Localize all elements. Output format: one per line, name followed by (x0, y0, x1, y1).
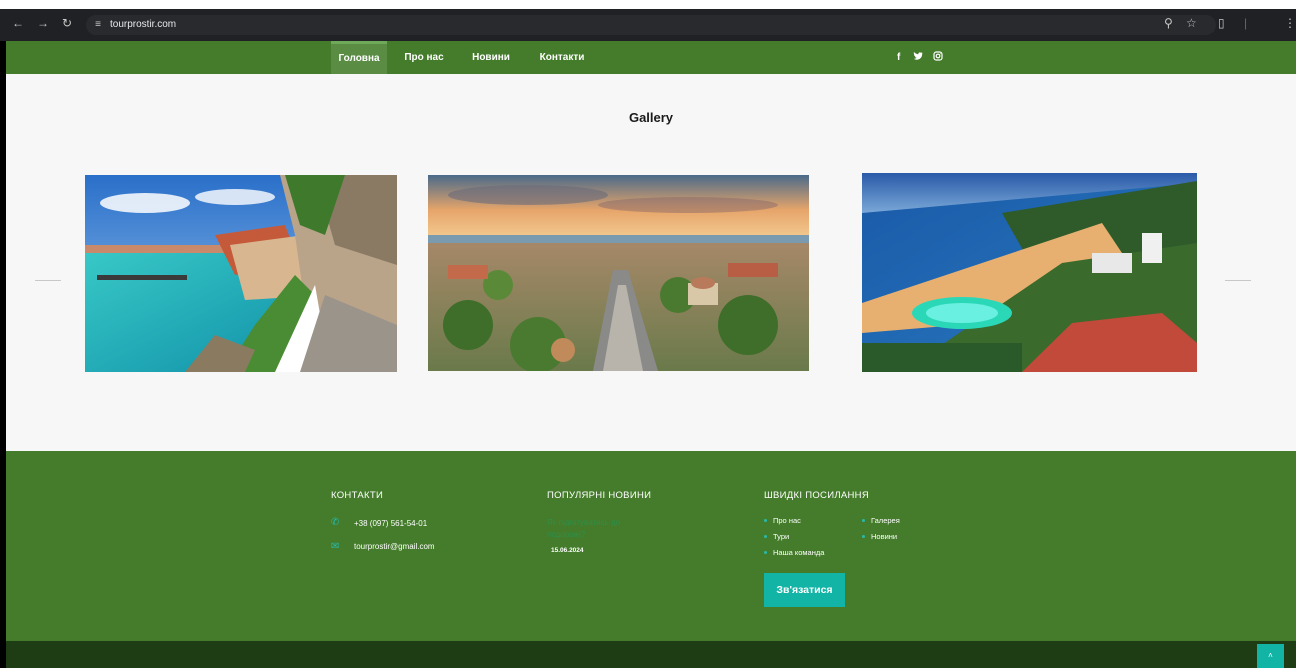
zoom-icon[interactable]: ⚲ (1164, 16, 1173, 30)
nav-home[interactable]: Головна (331, 41, 387, 74)
extensions-icon[interactable]: ▯ (1218, 16, 1225, 30)
browser-chrome: ← → ↻ ≡ tourprostir.com ⚲ ☆ ▯ | ⋮ (0, 0, 1296, 41)
url-text[interactable]: tourprostir.com (110, 19, 176, 31)
gallery-image-city-aerial[interactable] (428, 175, 809, 371)
quick-link-gallery[interactable]: Галерея (871, 516, 900, 525)
scroll-to-top-button[interactable]: ˄ (1257, 644, 1284, 668)
bullet-icon (764, 535, 767, 538)
bookmark-star-icon[interactable]: ☆ (1186, 16, 1197, 30)
footer-news-item-title[interactable]: Як підготуватись до подорожі? (547, 517, 637, 541)
contact-button[interactable]: Зв'язатися (764, 573, 845, 607)
quick-link-tours[interactable]: Тури (773, 532, 789, 541)
bullet-icon (862, 535, 865, 538)
nav-contacts[interactable]: Контакти (534, 41, 590, 74)
email-icon: ✉ (331, 541, 340, 552)
footer-contacts-title: КОНТАКТИ (331, 490, 384, 501)
twitter-icon[interactable] (913, 51, 923, 65)
bullet-icon (764, 519, 767, 522)
gallery-image-coastal-town[interactable] (85, 175, 397, 372)
address-bar[interactable] (86, 15, 1216, 35)
footer-news-item-date: 15.06.2024 (551, 547, 584, 554)
forward-icon[interactable]: → (36, 16, 50, 30)
bullet-icon (862, 519, 865, 522)
toolbar-divider: | (1244, 16, 1248, 30)
menu-icon[interactable]: ⋮ (1284, 16, 1296, 30)
nav-about[interactable]: Про нас (399, 41, 449, 74)
gallery-next-arrow[interactable] (1225, 280, 1251, 282)
footer-quick-links-title: ШВИДКІ ПОСИЛАННЯ (764, 490, 869, 501)
footer-phone[interactable]: +38 (097) 561-54-01 (354, 519, 427, 528)
site-footer: КОНТАКТИ ✆ +38 (097) 561-54-01 ✉ tourpro… (6, 451, 1296, 641)
instagram-icon[interactable] (933, 51, 943, 65)
footer-email[interactable]: tourprostir@gmail.com (354, 542, 435, 551)
phone-icon: ✆ (331, 517, 340, 528)
quick-link-news[interactable]: Новини (871, 532, 897, 541)
nav-news[interactable]: Новини (466, 41, 516, 74)
gallery-image-beach-resort[interactable] (862, 173, 1197, 372)
back-icon[interactable]: ← (11, 16, 25, 30)
site-settings-icon[interactable]: ≡ (92, 19, 104, 31)
quick-link-about[interactable]: Про нас (773, 516, 801, 525)
footer-news-title: ПОПУЛЯРНІ НОВИНИ (547, 490, 652, 501)
website: Головна Про нас Новини Контакти f Galler… (6, 41, 1296, 668)
site-navbar: Головна Про нас Новини Контакти f (6, 41, 1296, 74)
bullet-icon (764, 551, 767, 554)
gallery-title: Gallery (628, 110, 674, 125)
gallery-prev-arrow[interactable] (35, 280, 61, 282)
facebook-icon[interactable]: f (897, 51, 900, 65)
reload-icon[interactable]: ↻ (60, 16, 74, 30)
footer-bottom-bar (6, 641, 1296, 668)
quick-link-team[interactable]: Наша команда (773, 548, 824, 557)
